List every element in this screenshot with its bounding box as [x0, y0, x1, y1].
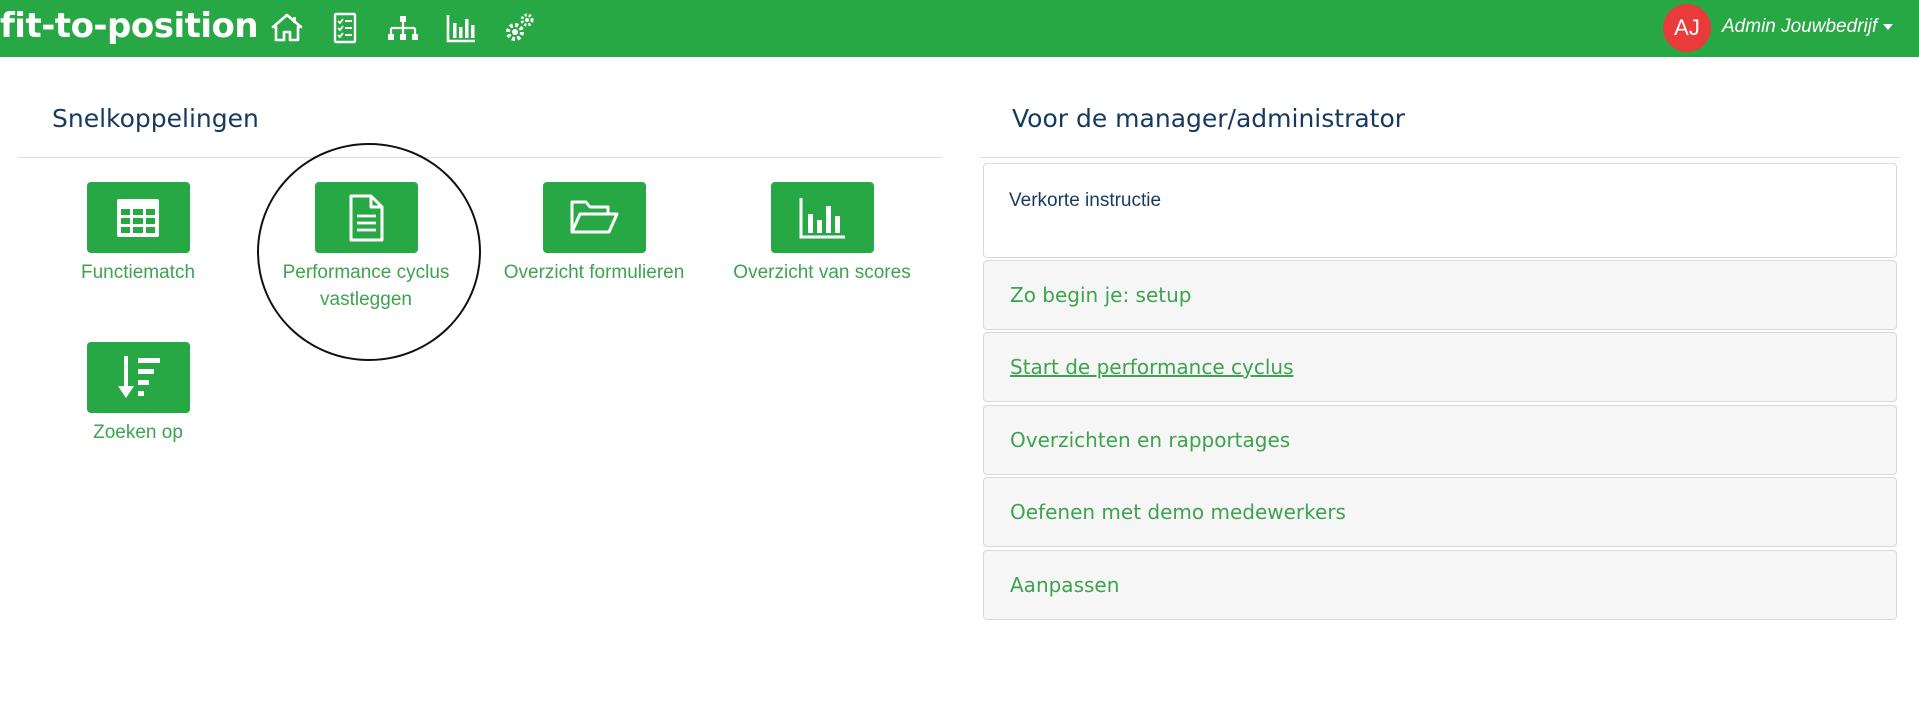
brand-logo[interactable]: fit-to-position [0, 4, 259, 48]
shortcut-functiematch[interactable]: Functiematch [24, 182, 252, 286]
shortcut-button[interactable] [86, 342, 190, 413]
table-icon [117, 198, 159, 237]
home-icon[interactable] [270, 11, 304, 45]
accordion-item-label[interactable]: Zo begin je: setup [1010, 281, 1191, 309]
shortcut-button[interactable] [770, 182, 874, 253]
accordion-item-overzichten[interactable]: Overzichten en rapportages [983, 405, 1897, 475]
shortcut-label: Overzicht formulieren [503, 262, 685, 283]
shortcut-button[interactable] [542, 182, 646, 253]
accordion-item-label[interactable]: Aanpassen [1010, 571, 1119, 599]
shortcut-overzicht-formulieren[interactable]: Overzicht formulieren [480, 182, 708, 286]
org-chart-icon[interactable] [386, 11, 420, 45]
accordion-item-demo-medewerkers[interactable]: Oefenen met demo medewerkers [983, 477, 1897, 547]
accordion-item-start-performance-cyclus[interactable]: Start de performance cyclus [983, 332, 1897, 402]
sort-down-icon [118, 355, 160, 398]
divider [980, 157, 1900, 158]
instruction-card: Verkorte instructie [983, 163, 1897, 258]
folder-open-icon [570, 200, 619, 233]
accordion-item-aanpassen[interactable]: Aanpassen [983, 550, 1897, 620]
document-icon [349, 194, 384, 241]
avatar[interactable]: AJ [1663, 4, 1711, 52]
divider [18, 157, 942, 158]
shortcut-label: Zoeken op [93, 422, 183, 443]
shortcut-label: Functiematch [80, 262, 196, 283]
shortcuts-title: Snelkoppelingen [52, 104, 259, 133]
shortcut-button[interactable] [86, 182, 190, 253]
accordion-item-label[interactable]: Start de performance cyclus [1010, 353, 1294, 381]
accordion-item-label[interactable]: Overzichten en rapportages [1010, 426, 1290, 454]
shortcut-zoeken-op[interactable]: Zoeken op [24, 342, 252, 446]
instruction-card-text: Verkorte instructie [1009, 190, 1162, 211]
shortcut-label: Overzicht van scores [733, 262, 911, 283]
shortcut-button[interactable] [314, 182, 418, 253]
accordion-item-label[interactable]: Oefenen met demo medewerkers [1010, 498, 1346, 526]
user-menu-toggle[interactable]: Admin Jouwbedrijf [1722, 14, 1877, 40]
shortcut-overzicht-scores[interactable]: Overzicht van scores [708, 182, 936, 286]
top-navbar: fit-to-position AJ Admin Jouwbedrijf [0, 0, 1919, 57]
chevron-down-icon[interactable] [1883, 24, 1893, 30]
accordion-item-setup[interactable]: Zo begin je: setup [983, 260, 1897, 330]
manager-title: Voor de manager/administrator [1012, 104, 1406, 133]
shortcut-label: Performance cyclus vastleggen [282, 262, 450, 310]
bar-chart-icon [799, 197, 845, 238]
checklist-icon[interactable] [328, 11, 362, 45]
shortcut-performance-cyclus[interactable]: Performance cyclus vastleggen [252, 182, 480, 313]
bar-chart-icon[interactable] [444, 11, 478, 45]
settings-icon[interactable] [502, 11, 536, 45]
